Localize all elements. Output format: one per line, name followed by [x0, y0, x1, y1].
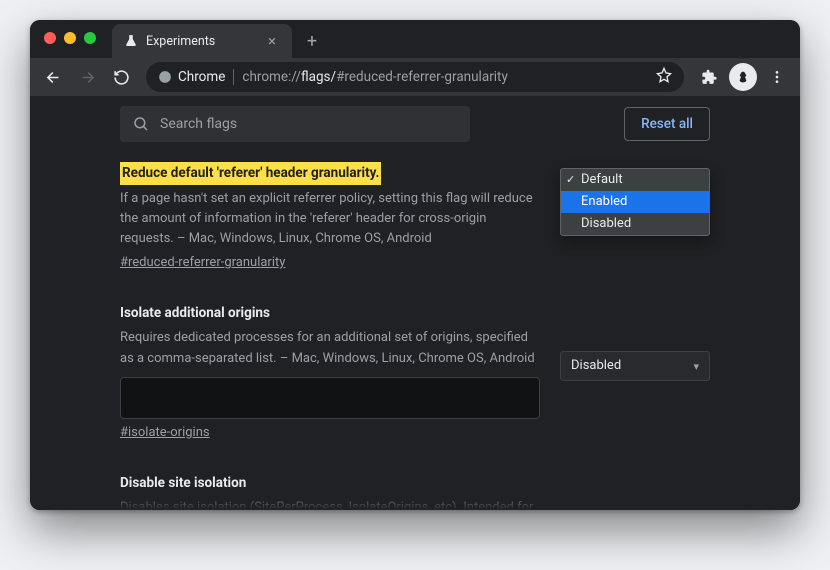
minimize-window-button[interactable]	[64, 32, 76, 44]
menu-button[interactable]	[762, 62, 792, 92]
url-text: chrome://flags/#reduced-referrer-granula…	[242, 69, 507, 85]
close-window-button[interactable]	[44, 32, 56, 44]
check-icon: ✓	[566, 171, 575, 188]
forward-button[interactable]	[72, 62, 102, 92]
star-icon	[656, 67, 672, 83]
maximize-window-button[interactable]	[84, 32, 96, 44]
flag-title: Reduce default 'referer' header granular…	[120, 162, 381, 185]
dropdown-option-disabled[interactable]: Disabled	[561, 213, 709, 235]
flag-anchor-link[interactable]: #reduced-referrer-granularity	[120, 253, 285, 273]
origins-input[interactable]	[120, 377, 540, 419]
reload-button[interactable]	[106, 62, 136, 92]
page-content: Search flags Reset all Reduce default 'r…	[30, 96, 800, 510]
flag-row: Reduce default 'referer' header granular…	[120, 162, 710, 273]
close-tab-icon[interactable]: ×	[264, 32, 280, 50]
address-bar[interactable]: Chrome chrome://flags/#reduced-referrer-…	[146, 62, 684, 92]
chevron-down-icon: ▾	[693, 358, 699, 375]
profile-button[interactable]	[728, 62, 758, 92]
extensions-button[interactable]	[694, 62, 724, 92]
arrow-left-icon	[45, 69, 62, 86]
search-input[interactable]: Search flags	[120, 106, 470, 142]
flag-dropdown-open[interactable]: ✓ Default Enabled Disabled	[560, 168, 710, 236]
fade-overlay	[30, 492, 800, 510]
bookmark-button[interactable]	[656, 67, 672, 87]
flask-icon	[124, 34, 138, 48]
avatar-icon	[729, 63, 757, 91]
new-tab-button[interactable]: +	[298, 27, 326, 55]
toolbar: Chrome chrome://flags/#reduced-referrer-…	[30, 58, 800, 96]
flag-title: Disable site isolation	[120, 473, 246, 494]
site-identity[interactable]: Chrome	[158, 69, 225, 85]
flag-title: Isolate additional origins	[120, 303, 270, 324]
flag-anchor-link[interactable]: #isolate-origins	[120, 423, 210, 443]
back-button[interactable]	[38, 62, 68, 92]
flag-dropdown[interactable]: Disabled ▾	[560, 351, 710, 381]
kebab-icon	[769, 69, 785, 85]
tab-strip: Experiments × +	[30, 20, 800, 58]
dropdown-option-enabled[interactable]: Enabled	[561, 191, 709, 213]
flag-description: If a page hasn't set an explicit referre…	[120, 189, 540, 249]
dropdown-value: Disabled	[571, 356, 621, 376]
chrome-icon	[158, 70, 172, 84]
reload-icon	[113, 69, 130, 86]
browser-window: Experiments × + Chrome chrome://flags/#r…	[30, 20, 800, 510]
tab-title: Experiments	[146, 34, 215, 49]
tab-experiments[interactable]: Experiments ×	[112, 24, 292, 58]
site-identity-label: Chrome	[178, 69, 225, 85]
puzzle-icon	[701, 69, 718, 86]
search-icon	[132, 115, 150, 133]
divider	[233, 69, 234, 85]
dropdown-option-default[interactable]: ✓ Default	[561, 169, 709, 191]
window-controls	[44, 32, 96, 44]
arrow-right-icon	[79, 69, 96, 86]
search-placeholder: Search flags	[160, 116, 237, 132]
reset-all-button[interactable]: Reset all	[624, 107, 710, 141]
flag-row: Isolate additional origins Requires dedi…	[120, 303, 710, 442]
flag-description: Requires dedicated processes for an addi…	[120, 328, 540, 368]
